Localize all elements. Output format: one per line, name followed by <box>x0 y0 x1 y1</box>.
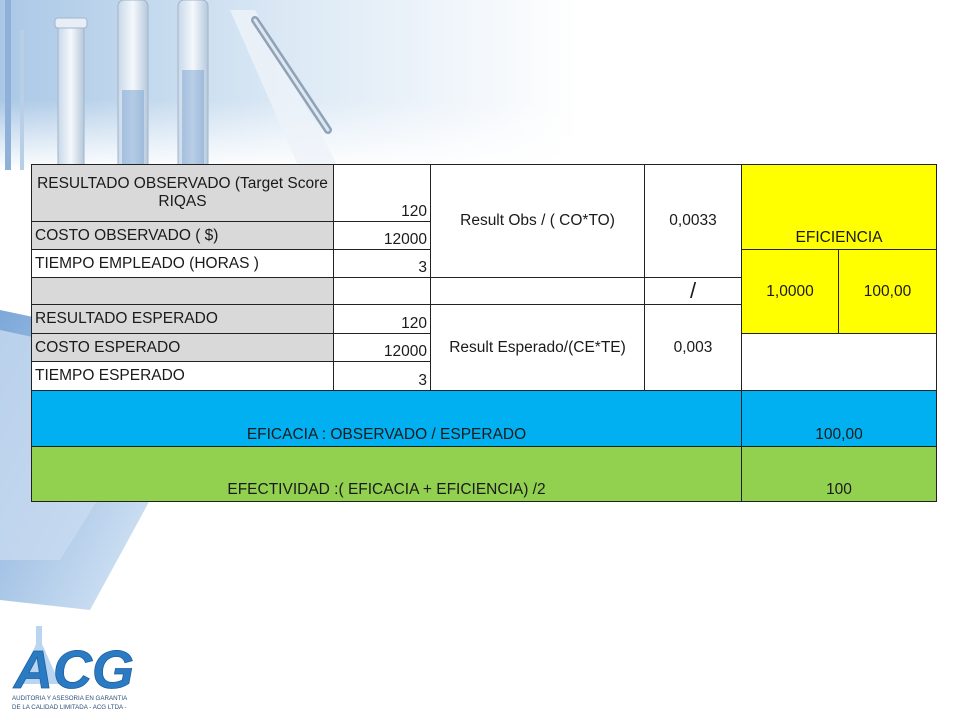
formula-obs-label: Result Obs / ( CO*TO) <box>430 164 645 278</box>
eficiencia-ratio: 1,0000 <box>741 249 839 334</box>
costo-esperado-value: 12000 <box>333 333 431 362</box>
tiempo-esperado-label: TIEMPO ESPERADO <box>31 361 334 391</box>
tiempo-empleado-label: TIEMPO EMPLEADO (HORAS ) <box>31 249 334 278</box>
tiempo-empleado-value: 3 <box>333 249 431 278</box>
empty-cell <box>31 277 334 305</box>
resultado-observado-value: 120 <box>333 164 431 222</box>
formula-obs-value: 0,0033 <box>644 164 742 278</box>
efectividad-value: 100 <box>740 446 938 502</box>
eficacia-value: 100,00 <box>740 390 938 447</box>
eficacia-label: EFICACIA : OBSERVADO / ESPERADO <box>31 390 742 447</box>
empty-cell <box>430 277 645 305</box>
empty-cell <box>333 277 431 305</box>
resultado-observado-label: RESULTADO OBSERVADO (Target Score RIQAS <box>31 164 334 222</box>
test-tube-graphic <box>57 19 85 171</box>
efficiency-table: RESULTADO OBSERVADO (Target Score RIQAS … <box>31 164 938 502</box>
eficiencia-percent: 100,00 <box>837 249 938 334</box>
formula-esp-value: 0,003 <box>644 304 742 391</box>
costo-esperado-label: COSTO ESPERADO <box>31 333 334 362</box>
tiempo-esperado-value: 3 <box>333 361 431 391</box>
formula-esp-label: Result Esperado/(CE*TE) <box>430 304 645 391</box>
divider-slash: / <box>644 277 742 305</box>
costo-observado-value: 12000 <box>333 221 431 250</box>
logo-tagline-1: AUDITORIA Y ASESORIA EN GARANTIA <box>12 695 128 702</box>
costo-observado-label: COSTO OBSERVADO ( $) <box>31 221 334 250</box>
efectividad-label: EFECTIVIDAD :( EFICACIA + EFICIENCIA) /2 <box>31 446 742 502</box>
eficiencia-label: EFICIENCIA <box>740 164 938 250</box>
logo-text: ACG <box>12 640 134 700</box>
empty-cell <box>740 333 938 391</box>
acg-logo: ACG AUDITORIA Y ASESORIA EN GARANTIA DE … <box>12 626 134 711</box>
resultado-esperado-value: 120 <box>333 304 431 334</box>
logo-tagline-2: DE LA CALIDAD LIMITADA - ACG LTDA - <box>12 704 127 711</box>
resultado-esperado-label: RESULTADO ESPERADO <box>31 304 334 334</box>
